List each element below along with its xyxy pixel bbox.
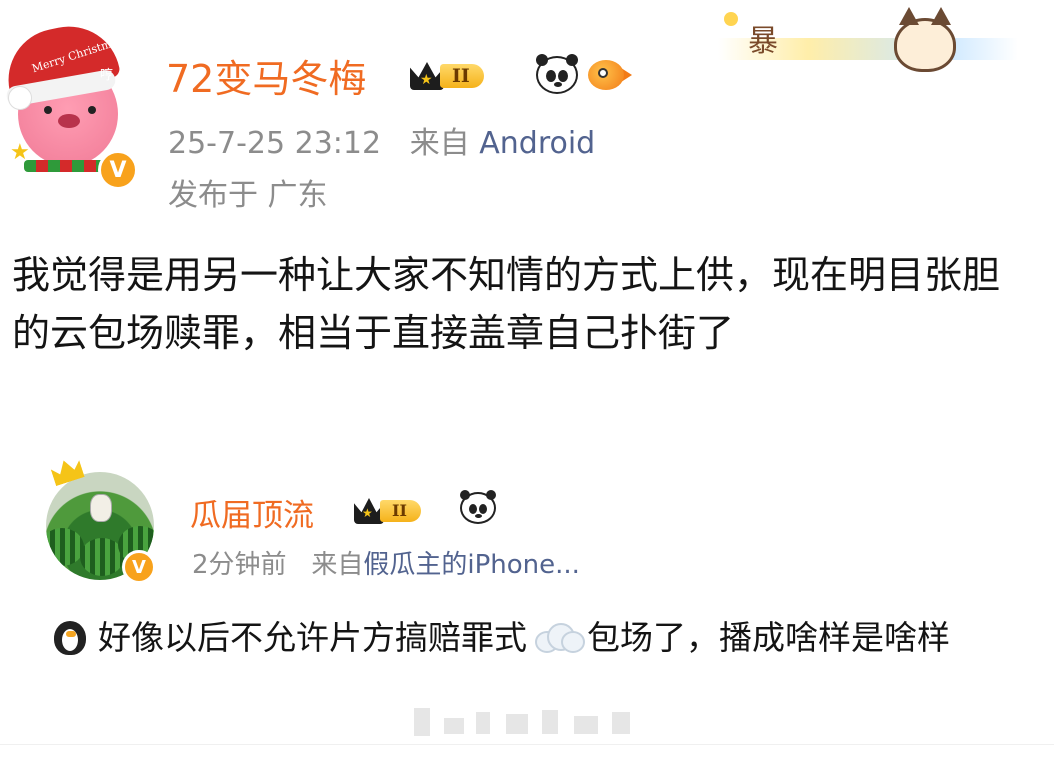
panda-ear (566, 54, 578, 66)
fish-icon[interactable] (588, 58, 632, 90)
post-time: 25-7-25 23:12 (168, 126, 382, 161)
quote-source-link[interactable]: 假瓜主的iPhone... (363, 550, 580, 580)
quote-text-part1: 好像以后不允许片方搞赔罪式 (98, 618, 527, 657)
cloud-emoji-icon (531, 619, 585, 653)
panda-ear (486, 490, 496, 500)
post-location: 发布于 广东 (168, 178, 328, 213)
panda-nose (554, 82, 562, 87)
level-badge-label: II (440, 64, 484, 88)
fish-eye (598, 68, 608, 78)
crown-level-badge-icon[interactable]: ★ II (410, 58, 526, 90)
quote-body-text: 好像以后不允许片方搞赔罪式 包场了，播成啥样是啥样 (48, 610, 998, 666)
avatar-eye-left (44, 106, 52, 114)
panda-eye-patch (469, 504, 477, 514)
mosaic-block (542, 710, 558, 734)
mosaic-block (476, 712, 490, 734)
quote-source-prefix: 来自 (311, 550, 364, 580)
mosaic-block (574, 716, 598, 734)
crown-level-badge-icon[interactable]: ★ II (354, 494, 450, 524)
panda-eye-patch (479, 504, 487, 514)
post-body-text: 我觉得是用另一种让大家不知情的方式上供，现在明目张胆的云包场赎罪，相当于直接盖章… (12, 253, 1001, 355)
crown-star-icon: ★ (420, 72, 433, 88)
quote-text-part2: 包场了，播成啥样是啥样 (587, 618, 950, 657)
blurred-watermark (414, 708, 654, 736)
post-source-prefix: 来自 (409, 126, 470, 161)
post-meta: 25-7-25 23:12 来自 Android (168, 118, 595, 162)
goat-figure (90, 494, 112, 522)
divider (0, 744, 1054, 745)
quote-time: 2分钟前 (192, 550, 287, 580)
cloud-puff (561, 631, 585, 653)
crown-star-icon: ★ (362, 506, 373, 520)
santa-hat-pom (8, 86, 32, 110)
panda-icon[interactable] (536, 54, 578, 94)
avatar-side-text: 哼 (100, 68, 114, 83)
level-badge-label: II (380, 500, 421, 522)
banner-text: 暴 (748, 24, 780, 59)
panda-eye-patch (558, 70, 568, 82)
panda-ear (536, 54, 548, 66)
mosaic-block (444, 718, 464, 734)
panda-eye-patch (546, 70, 556, 82)
mosaic-block (414, 708, 430, 736)
panda-ear (460, 490, 470, 500)
post-source-link[interactable]: Android (479, 126, 595, 161)
quote-author-name[interactable]: 瓜届顶流 (190, 490, 314, 535)
mosaic-block (612, 712, 630, 734)
verified-badge-icon: V (122, 550, 156, 584)
decorative-banner: 暴 (718, 7, 1018, 78)
quote-author-avatar[interactable]: V (42, 460, 160, 586)
quote-meta: 2分钟前 来自假瓜主的iPhone... (192, 544, 580, 581)
cat-icon (894, 7, 956, 72)
star-icon: ★ (10, 140, 30, 165)
penguin-emoji-icon (48, 619, 92, 655)
penguin-beak (66, 631, 76, 637)
post-author-name[interactable]: 72变马冬梅 (166, 48, 366, 103)
star-icon (724, 12, 738, 26)
post-author-avatar[interactable]: Merry Christmas 哼 ★ V (0, 17, 138, 190)
avatar-eye-right (88, 106, 96, 114)
mosaic-block (506, 714, 528, 734)
panda-icon[interactable] (460, 490, 496, 524)
verified-badge-icon: V (98, 150, 138, 190)
watermelon (46, 528, 84, 566)
panda-nose (475, 514, 482, 518)
avatar-nose (58, 114, 80, 128)
